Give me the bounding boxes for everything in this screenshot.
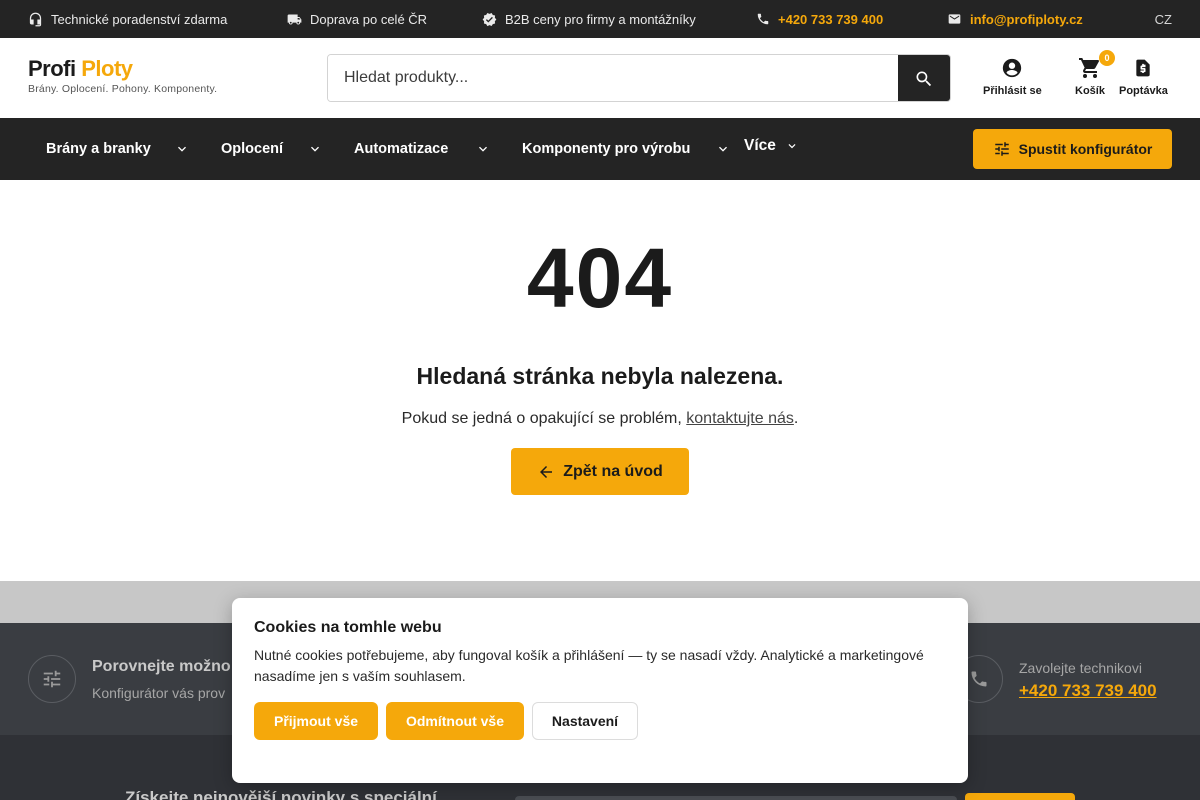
- topbar-email-link[interactable]: info@profiploty.cz: [947, 0, 1083, 38]
- cookie-title: Cookies na tomhle webu: [254, 619, 442, 636]
- search-input[interactable]: [328, 55, 898, 101]
- topbar-b2b-label: B2B ceny pro firmy a montážníky: [505, 11, 696, 27]
- headset-icon: [28, 12, 43, 27]
- cookie-settings-button[interactable]: Nastavení: [532, 702, 638, 740]
- search-button[interactable]: [898, 55, 950, 101]
- compare-subtitle: Konfigurátor vás prov: [92, 685, 226, 701]
- mail-icon: [947, 12, 962, 27]
- compare-title: Porovnejte možno: [92, 658, 231, 675]
- call-technician-title: Zavolejte technikovi: [1019, 660, 1142, 676]
- newsletter-email-input[interactable]: [515, 796, 957, 800]
- nav-item-label: Oplocení: [221, 141, 284, 157]
- error-message: Pokud se jedná o opakující se problém, k…: [0, 410, 1200, 428]
- chevron-down-icon[interactable]: [715, 141, 731, 157]
- topbar-email-label: info@profiploty.cz: [970, 11, 1083, 27]
- inquiry-button[interactable]: Poptávka: [1119, 56, 1168, 97]
- nav-item-label: Automatizace: [354, 141, 449, 157]
- topbar-advice: Technické poradenství zdarma: [28, 0, 227, 38]
- chevron-down-icon[interactable]: [307, 141, 323, 157]
- tune-icon: [993, 140, 1011, 158]
- topbar-phone-link[interactable]: +420 733 739 400: [755, 0, 883, 38]
- logo-wordmark: Profi Ploty: [28, 56, 217, 82]
- verified-icon: [482, 12, 497, 27]
- tune-icon: [28, 655, 76, 703]
- topbar-phone-label: +420 733 739 400: [778, 11, 884, 27]
- cookie-banner: Cookies na tomhle webu Nutné cookies pot…: [232, 598, 968, 783]
- nav-item-more[interactable]: Více: [744, 115, 776, 177]
- accept-all-button[interactable]: Přijmout vše: [254, 702, 378, 740]
- login-button[interactable]: Přihlásit se: [983, 56, 1042, 97]
- truck-icon: [287, 12, 302, 27]
- cookie-text: Nutné cookies potřebujeme, aby fungoval …: [254, 647, 924, 684]
- language-switch[interactable]: CZ: [1155, 0, 1172, 38]
- logo-tagline: Brány. Oplocení. Pohony. Komponenty.: [28, 83, 218, 95]
- nav-item-label: Komponenty pro výrobu: [522, 141, 691, 157]
- search-bar: [327, 54, 951, 102]
- call-technician-phone[interactable]: +420 733 739 400: [1019, 681, 1157, 701]
- nav-item-label: Brány a branky: [46, 141, 151, 157]
- error-code: 404: [526, 231, 674, 325]
- error-title: Hledaná stránka nebyla nalezena.: [416, 363, 784, 389]
- back-home-label: Zpět na úvod: [563, 462, 663, 480]
- error-message-text: Pokud se jedná o opakující se problém,: [401, 410, 687, 427]
- nav-item-components[interactable]: Komponenty pro výrobu: [522, 118, 690, 180]
- cart-button[interactable]: 0 Košík: [1075, 50, 1115, 97]
- chevron-down-icon[interactable]: [785, 139, 799, 153]
- site-logo[interactable]: Profi Ploty Brány. Oplocení. Pohony. Kom…: [28, 56, 217, 95]
- configurator-button[interactable]: Spustit konfigurátor: [973, 129, 1172, 169]
- logo-part-1: Profi: [28, 56, 76, 81]
- topbar-shipping: Doprava po celé ČR: [287, 0, 427, 38]
- reject-all-button[interactable]: Odmítnout vše: [386, 702, 524, 740]
- login-label: Přihlásit se: [983, 85, 1042, 97]
- chevron-down-icon[interactable]: [174, 141, 190, 157]
- configurator-label: Spustit konfigurátor: [1018, 141, 1153, 157]
- topbar-shipping-label: Doprava po celé ČR: [310, 11, 428, 27]
- main-navigation: Brány a branky Oplocení Automatizace Kom…: [0, 118, 1200, 180]
- inquiry-label: Poptávka: [1119, 85, 1168, 97]
- newsletter-text: Získejte nejnovější novinky s speciální: [125, 788, 437, 800]
- back-home-button[interactable]: Zpět na úvod: [511, 448, 689, 495]
- nav-item-fencing[interactable]: Oplocení: [221, 118, 283, 180]
- search-icon: [914, 69, 934, 89]
- topbar-advice-label: Technické poradenství zdarma: [51, 11, 228, 27]
- arrow-left-icon: [537, 463, 555, 481]
- quote-document-icon: [1133, 56, 1153, 80]
- newsletter-submit-button[interactable]: [965, 793, 1075, 800]
- topbar-b2b: B2B ceny pro firmy a montážníky: [482, 0, 696, 38]
- logo-part-2: Ploty: [81, 56, 133, 81]
- contact-link[interactable]: kontaktujte nás: [686, 410, 794, 427]
- error-message-end: .: [793, 410, 799, 427]
- account-icon: [1001, 56, 1023, 80]
- cart-count-badge: 0: [1099, 50, 1115, 66]
- cart-label: Košík: [1075, 85, 1105, 97]
- site-header: Profi Ploty Brány. Oplocení. Pohony. Kom…: [0, 38, 1200, 118]
- nav-item-gates[interactable]: Brány a branky: [46, 118, 151, 180]
- chevron-down-icon[interactable]: [475, 141, 491, 157]
- top-info-bar: Technické poradenství zdarma Doprava po …: [0, 0, 1200, 38]
- phone-icon: [755, 12, 770, 27]
- nav-item-automation[interactable]: Automatizace: [354, 118, 448, 180]
- nav-item-label: Více: [744, 137, 776, 154]
